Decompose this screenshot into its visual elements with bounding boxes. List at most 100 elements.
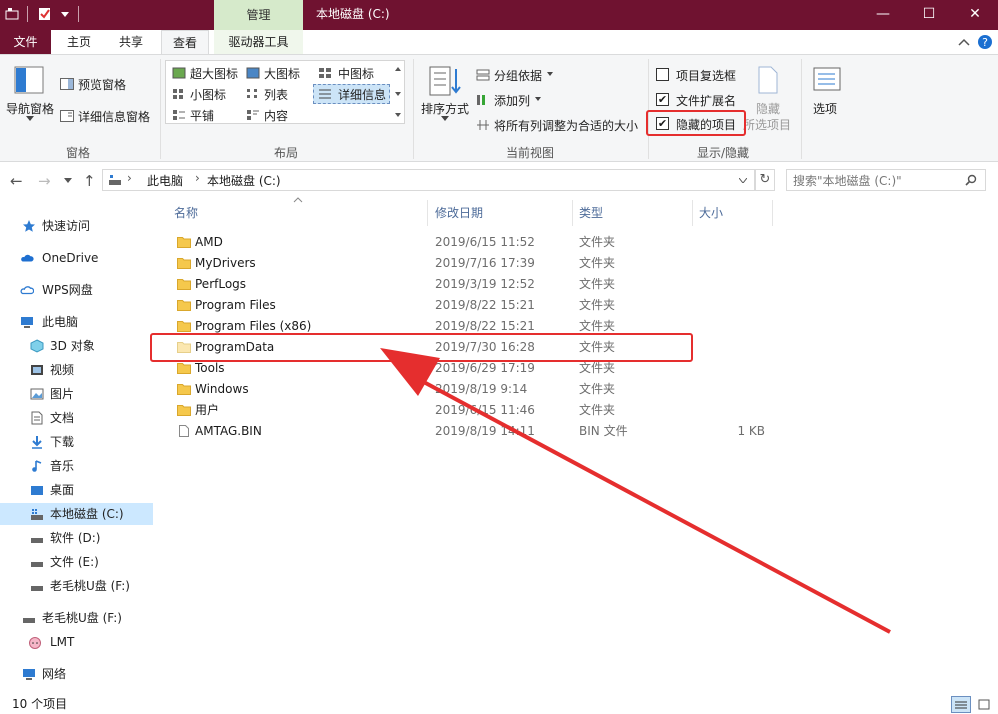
nav-3d-objects[interactable]: 3D 对象	[0, 335, 153, 357]
nav-desktop[interactable]: 桌面	[0, 479, 153, 501]
nav-pictures[interactable]: 图片	[0, 383, 153, 405]
details-view-toggle[interactable]	[951, 696, 971, 713]
nav-usb-f-root[interactable]: 老毛桃U盘 (F:)	[0, 607, 153, 629]
details-pane-icon[interactable]	[60, 110, 74, 122]
layout-medium-icons[interactable]: 中图标	[338, 65, 374, 82]
search-placeholder: 搜索"本地磁盘 (C:)"	[793, 174, 902, 188]
sort-by-button[interactable]: 排序方式	[421, 100, 469, 117]
navigation-pane-icon[interactable]	[14, 66, 44, 94]
dropdown-arrow-icon[interactable]	[26, 116, 34, 121]
nav-lmt[interactable]: LMT	[0, 631, 153, 653]
column-separator[interactable]	[772, 200, 773, 226]
breadcrumb-this-pc[interactable]: 此电脑	[147, 172, 183, 189]
dropdown-arrow-icon[interactable]	[441, 116, 449, 121]
tab-file[interactable]: 文件	[0, 30, 51, 54]
file-extensions-label[interactable]: 文件扩展名	[676, 92, 736, 109]
customize-quick-access-icon[interactable]	[58, 7, 72, 21]
nav-label: 3D 对象	[50, 339, 95, 353]
layout-content[interactable]: 内容	[264, 107, 288, 124]
nav-quick-access[interactable]: 快速访问	[0, 215, 153, 237]
nav-videos[interactable]: 视频	[0, 359, 153, 381]
tab-view[interactable]: 查看	[161, 30, 209, 54]
tab-share[interactable]: 共享	[110, 30, 152, 54]
add-column-button[interactable]: 添加列	[494, 92, 530, 109]
details-pane-button[interactable]: 详细信息窗格	[78, 108, 150, 125]
address-dropdown-icon[interactable]	[739, 178, 747, 183]
layout-small-icons[interactable]: 小图标	[190, 86, 226, 103]
search-icon[interactable]	[965, 174, 977, 186]
large-icons-icon	[246, 67, 260, 79]
minimize-button[interactable]: —	[860, 0, 906, 30]
small-icons-icon	[173, 89, 183, 99]
hide-selected-button[interactable]: 隐藏	[756, 100, 780, 117]
nav-network[interactable]: 网络	[0, 663, 153, 685]
layout-scroll-icon[interactable]	[394, 65, 402, 120]
item-checkboxes-label[interactable]: 项目复选框	[676, 67, 736, 84]
file-name[interactable]: AMD	[195, 232, 223, 253]
file-name[interactable]: PerfLogs	[195, 274, 246, 295]
nav-local-disk-c[interactable]: 本地磁盘 (C:)	[0, 503, 153, 525]
check-doc-icon[interactable]	[38, 7, 52, 21]
nav-onedrive[interactable]: OneDrive	[0, 247, 153, 269]
layout-large-icons[interactable]: 大图标	[264, 65, 300, 82]
fit-columns-button[interactable]: 将所有列调整为合适的大小	[494, 117, 638, 134]
tab-home[interactable]: 主页	[58, 30, 100, 54]
dropdown-arrow-icon[interactable]	[535, 97, 541, 101]
options-icon[interactable]	[813, 67, 841, 91]
column-separator[interactable]	[692, 200, 693, 226]
column-header-date[interactable]: 修改日期	[435, 204, 483, 221]
sort-by-icon[interactable]	[428, 65, 462, 97]
layout-details[interactable]: 详细信息	[338, 86, 386, 103]
back-button[interactable]: ←	[10, 172, 23, 190]
column-header-type[interactable]: 类型	[579, 204, 603, 221]
address-bar[interactable]: › 此电脑 › 本地磁盘 (C:)	[102, 169, 755, 191]
column-header-name[interactable]: 名称	[174, 204, 198, 221]
layout-list[interactable]: 列表	[264, 86, 288, 103]
nav-this-pc[interactable]: 此电脑	[0, 311, 153, 333]
maximize-button[interactable]: ☐	[906, 0, 952, 30]
close-button[interactable]: ✕	[952, 0, 998, 30]
item-checkboxes-checkbox[interactable]	[656, 68, 669, 81]
search-box[interactable]: 搜索"本地磁盘 (C:)"	[786, 169, 986, 191]
breadcrumb-local-disk[interactable]: 本地磁盘 (C:)	[207, 172, 281, 189]
recent-locations-icon[interactable]	[64, 178, 72, 183]
tab-drive-tools[interactable]: 驱动器工具	[214, 30, 303, 54]
properties-icon[interactable]	[5, 7, 19, 21]
group-by-button[interactable]: 分组依据	[494, 67, 542, 84]
large-icons-view-toggle[interactable]	[975, 696, 993, 713]
group-label-current-view: 当前视图	[506, 146, 555, 160]
nav-drive-e[interactable]: 文件 (E:)	[0, 551, 153, 573]
dropdown-arrow-icon[interactable]	[547, 72, 553, 76]
file-row[interactable]: AMD 2019/6/15 11:52 文件夹	[162, 232, 782, 253]
file-name[interactable]: Program Files	[195, 295, 276, 316]
nav-usb-f[interactable]: 老毛桃U盘 (F:)	[0, 575, 153, 597]
file-row[interactable]: MyDrivers 2019/7/16 17:39 文件夹	[162, 253, 782, 274]
navigation-pane-button[interactable]: 导航窗格	[6, 100, 54, 117]
layout-extra-large-icons[interactable]: 超大图标	[190, 65, 238, 82]
up-button[interactable]: ↑	[83, 172, 96, 190]
refresh-button[interactable]: ↻	[755, 169, 775, 191]
file-row[interactable]: PerfLogs 2019/3/19 12:52 文件夹	[162, 274, 782, 295]
file-name[interactable]: AMTAG.BIN	[195, 421, 262, 442]
nav-music[interactable]: 音乐	[0, 455, 153, 477]
file-row[interactable]: Program Files 2019/8/22 15:21 文件夹	[162, 295, 782, 316]
nav-downloads[interactable]: 下载	[0, 431, 153, 453]
usb-drive-icon	[31, 586, 43, 591]
preview-pane-button[interactable]: 预览窗格	[78, 76, 126, 93]
file-name[interactable]: 用户	[195, 400, 219, 421]
forward-button[interactable]: →	[38, 172, 51, 190]
column-separator[interactable]	[572, 200, 573, 226]
nav-wps-drive[interactable]: WPS网盘	[0, 279, 153, 301]
nav-drive-d[interactable]: 软件 (D:)	[0, 527, 153, 549]
file-name[interactable]: Windows	[195, 379, 249, 400]
column-header-size[interactable]: 大小	[699, 204, 723, 221]
options-button[interactable]: 选项	[813, 100, 837, 117]
layout-tiles[interactable]: 平铺	[190, 107, 214, 124]
column-separator[interactable]	[427, 200, 428, 226]
file-name[interactable]: MyDrivers	[195, 253, 256, 274]
file-extensions-checkbox[interactable]: ✔	[656, 93, 669, 106]
preview-pane-icon[interactable]	[60, 78, 74, 90]
nav-documents[interactable]: 文档	[0, 407, 153, 429]
help-icon[interactable]: ?	[977, 34, 993, 50]
collapse-ribbon-icon[interactable]	[958, 37, 970, 47]
